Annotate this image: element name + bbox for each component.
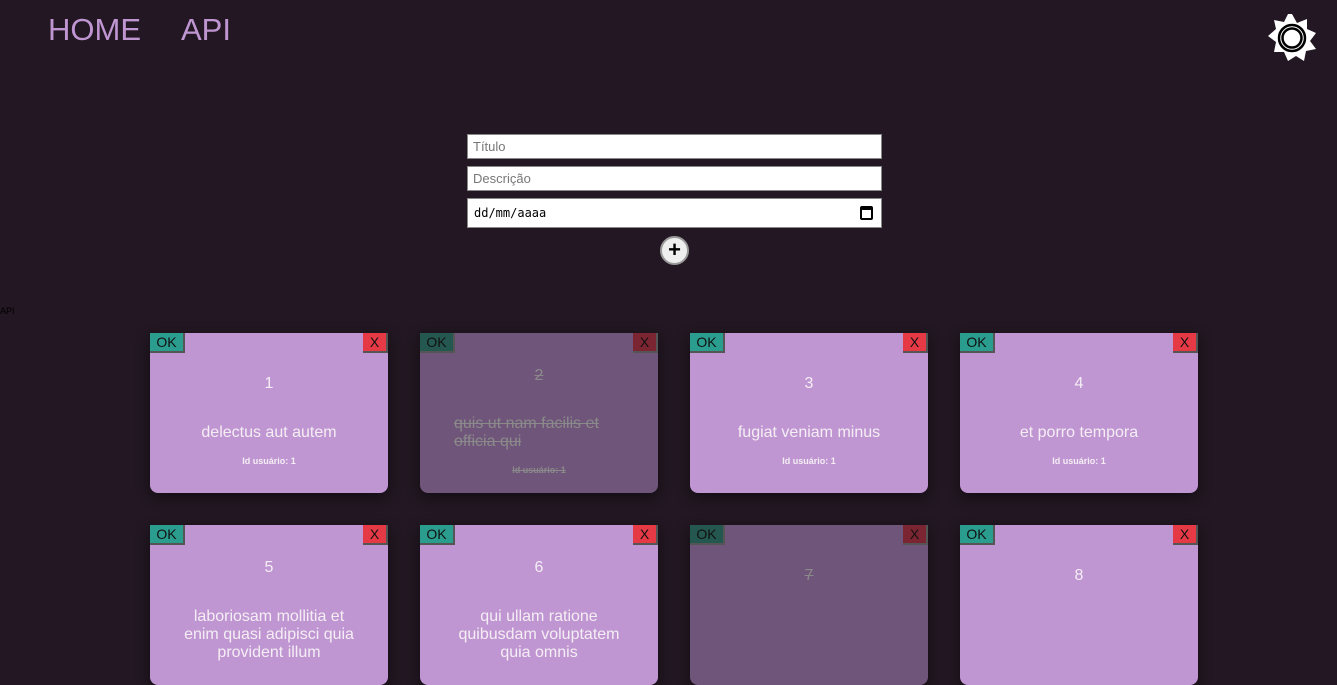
todo-title: laboriosam mollitia et enim quasi adipis…	[184, 608, 354, 661]
api-label: API	[0, 306, 15, 316]
complete-button[interactable]: OK	[960, 333, 995, 353]
todo-title: et porro tempora	[1019, 424, 1139, 441]
todo-card: OK X 1 delectus aut autem Id usuário: 1	[150, 333, 388, 493]
todo-title: qui ullam ratione quibusdam voluptatem q…	[458, 608, 620, 661]
todo-form: dd/mm/aaaa +	[467, 134, 882, 265]
delete-button[interactable]: X	[363, 333, 388, 353]
complete-button[interactable]: OK	[150, 333, 185, 353]
date-placeholder: dd/mm/aaaa	[474, 206, 547, 220]
delete-button[interactable]: X	[363, 525, 388, 545]
title-input[interactable]	[467, 134, 882, 159]
complete-button[interactable]: OK	[420, 333, 455, 353]
todo-card: OK X 2 quis ut nam facilis et officia qui Id…	[420, 333, 658, 493]
description-input[interactable]	[467, 166, 882, 191]
todo-id: 7	[804, 567, 814, 584]
todo-card: OK X 5 laboriosam mollitia et enim quasi ad…	[150, 525, 388, 685]
add-button[interactable]: +	[660, 236, 689, 265]
delete-button[interactable]: X	[1173, 333, 1198, 353]
todo-id: 3	[804, 375, 814, 392]
date-input[interactable]: dd/mm/aaaa	[467, 198, 882, 228]
sun-icon[interactable]	[1268, 14, 1316, 62]
todo-card: OK X 7	[690, 525, 928, 685]
todo-title: delectus aut autem	[201, 424, 337, 441]
complete-button[interactable]: OK	[150, 525, 185, 545]
delete-button[interactable]: X	[633, 525, 658, 545]
todo-card: OK X 6 qui ullam ratione quibusdam voluptat…	[420, 525, 658, 685]
todo-id: 2	[534, 367, 544, 384]
todo-grid: OK X 1 delectus aut autem Id usuário: 1 OK X 2…	[150, 333, 1198, 685]
complete-button[interactable]: OK	[420, 525, 455, 545]
todo-card: OK X 8	[960, 525, 1198, 685]
nav-api-link[interactable]: API	[181, 12, 231, 48]
todo-user: Id usuário: 1	[1052, 456, 1106, 466]
todo-card: OK X 3 fugiat veniam minus Id usuário: 1	[690, 333, 928, 493]
todo-card: OK X 4 et porro tempora Id usuário: 1	[960, 333, 1198, 493]
complete-button[interactable]: OK	[690, 333, 725, 353]
todo-id: 8	[1074, 567, 1084, 584]
delete-button[interactable]: X	[903, 525, 928, 545]
todo-id: 5	[264, 559, 274, 576]
todo-id: 6	[534, 559, 544, 576]
todo-id: 4	[1074, 375, 1084, 392]
todo-title: quis ut nam facilis et officia qui	[454, 415, 599, 450]
delete-button[interactable]: X	[903, 333, 928, 353]
complete-button[interactable]: OK	[690, 525, 725, 545]
delete-button[interactable]: X	[633, 333, 658, 353]
todo-user: Id usuário: 1	[782, 456, 836, 466]
todo-title: fugiat veniam minus	[737, 424, 881, 441]
complete-button[interactable]: OK	[960, 525, 995, 545]
todo-user: Id usuário: 1	[512, 465, 566, 475]
main-nav: HOME API	[48, 12, 231, 48]
delete-button[interactable]: X	[1173, 525, 1198, 545]
todo-user: Id usuário: 1	[242, 456, 296, 466]
calendar-icon[interactable]	[860, 206, 873, 220]
nav-home-link[interactable]: HOME	[48, 12, 141, 48]
todo-id: 1	[264, 375, 274, 392]
